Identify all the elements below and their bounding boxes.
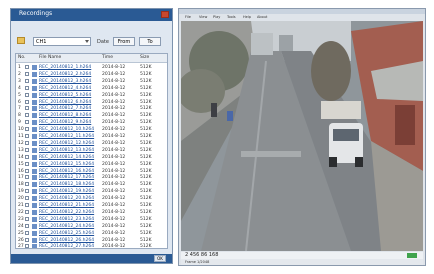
street-scene-image [181,21,423,251]
channel-select-value: CH1 [36,39,47,45]
file-icon [32,203,37,208]
player-status-bar: 2 456 86 168 [181,252,423,259]
file-list-window: Recordings CH1 Date From To No. File Nam… [10,8,173,264]
from-date-field[interactable]: From [113,37,135,46]
file-icon [32,230,37,236]
menu-item-play[interactable]: Play [213,15,220,19]
player-substatus-bar: Frame 1/2048 [181,259,423,265]
file-row-checkbox[interactable] [25,189,29,194]
file-icon [32,113,37,119]
file-row-checkbox[interactable] [25,85,29,90]
file-row-checkbox[interactable] [25,196,29,201]
file-row-checkbox[interactable] [25,71,29,76]
close-icon[interactable] [161,11,169,18]
to-date-field[interactable]: To [139,37,161,46]
file-icon [32,175,37,181]
channel-select[interactable]: CH1 [33,37,91,46]
menu-item-tools[interactable]: Tools [227,15,236,19]
player-menubar: File View Play Tools Help About [181,15,423,20]
file-row-checkbox[interactable] [25,99,29,104]
file-row-checkbox[interactable] [25,175,29,180]
file-row[interactable]: 27 REC_20140812_27.h264 2014-8-12 512K [16,243,167,249]
file-icon [32,244,37,248]
file-icon [32,216,37,222]
file-row-checkbox[interactable] [25,106,29,111]
file-row-checkbox[interactable] [25,209,29,214]
file-row-checkbox[interactable] [25,92,29,97]
file-icon [32,99,37,105]
file-row-checkbox[interactable] [25,168,29,173]
file-row-checkbox[interactable] [25,230,29,235]
menu-item-file[interactable]: File [185,15,191,19]
file-row-checkbox[interactable] [25,216,29,221]
file-icon [32,71,37,77]
file-icon [32,189,37,195]
menu-item-help[interactable]: Help [243,15,251,19]
file-row-checkbox[interactable] [25,244,29,248]
column-header-time[interactable]: Time [102,55,113,60]
signal-icon [407,253,417,258]
folder-icon[interactable] [17,37,25,44]
file-list-header: No. File Name Time Size [16,54,167,63]
file-row-checkbox[interactable] [25,78,29,83]
file-icon [32,182,37,188]
file-icon [32,154,37,160]
file-list[interactable]: No. File Name Time Size 1 REC_20140812_1.… [15,53,168,249]
file-icon [32,209,37,215]
file-icon [32,237,37,243]
file-icon [32,140,37,146]
file-icon [32,65,37,70]
date-label: Date [97,39,109,45]
file-icon [32,92,37,98]
file-icon [32,85,37,91]
file-row-checkbox[interactable] [25,113,29,118]
file-icon [32,196,37,202]
file-row-checkbox[interactable] [25,65,29,69]
file-row-number: 27 [18,244,24,249]
status-subtext: Frame 1/2048 [185,260,210,264]
column-header-no[interactable]: No. [18,55,25,60]
column-header-size[interactable]: Size [140,55,149,60]
file-icon [32,223,37,229]
file-row-checkbox[interactable] [25,120,29,125]
file-row-size: 512K [140,244,152,249]
file-row-checkbox[interactable] [25,203,29,207]
file-icon [32,106,37,112]
file-row-checkbox[interactable] [25,223,29,228]
file-row-checkbox[interactable] [25,182,29,187]
file-icon [32,168,37,174]
file-window-title: Recordings [19,10,53,17]
file-row-time: 2014-8-12 [102,244,126,249]
file-icon [32,127,37,133]
file-row-name[interactable]: REC_20140812_27.h264 [39,243,94,248]
video-frame[interactable] [181,21,423,251]
menu-item-about[interactable]: About [257,15,267,19]
player-titlebar [179,9,425,14]
video-player-window: File View Play Tools Help About 2 456 86… [178,8,426,266]
file-icon [32,78,37,84]
ok-button[interactable]: OK [154,255,166,262]
file-icon [32,147,37,153]
file-row-checkbox[interactable] [25,134,29,138]
file-row-checkbox[interactable] [25,161,29,166]
file-icon [32,120,37,126]
column-header-name[interactable]: File Name [39,55,61,60]
chevron-down-icon [85,40,89,43]
file-row-checkbox[interactable] [25,147,29,152]
file-row-checkbox[interactable] [25,154,29,159]
file-window-titlebar: Recordings [11,9,172,21]
file-row-checkbox[interactable] [25,237,29,242]
status-text: 2 456 86 168 [185,252,219,258]
menu-item-view[interactable]: View [199,15,207,19]
file-window-footer: OK [11,254,172,263]
file-icon [32,161,37,167]
file-icon [32,134,37,139]
file-row-checkbox[interactable] [25,140,29,145]
file-row-checkbox[interactable] [25,127,29,132]
